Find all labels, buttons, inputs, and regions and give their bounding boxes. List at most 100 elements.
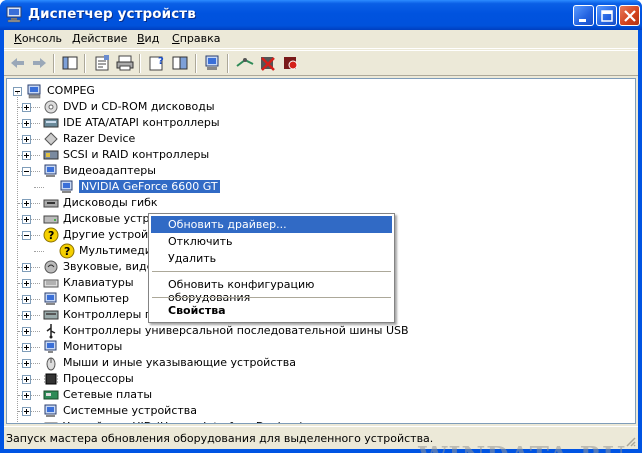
ctx-properties[interactable]: Свойства bbox=[151, 302, 392, 319]
tree-category-item[interactable]: Процессоры bbox=[7, 371, 627, 387]
expand-toggle[interactable] bbox=[22, 215, 31, 224]
device-manager-window: Диспетчер устройств Консоль Действие Вид… bbox=[0, 0, 642, 453]
expand-toggle[interactable] bbox=[22, 359, 31, 368]
disable-icon[interactable] bbox=[281, 54, 301, 72]
computer-icon bbox=[44, 292, 57, 305]
minimize-button[interactable] bbox=[573, 5, 594, 26]
tree-item-label: Процессоры bbox=[63, 372, 134, 385]
ctx-update-driver[interactable]: Обновить драйвер... bbox=[151, 216, 392, 233]
network-icon bbox=[43, 390, 59, 400]
forward-icon[interactable] bbox=[29, 54, 49, 72]
expand-toggle[interactable] bbox=[22, 151, 31, 160]
tree-item-label: Мыши и иные указывающие устройства bbox=[63, 356, 297, 369]
print-icon[interactable] bbox=[115, 54, 135, 72]
status-text: Запуск мастера обновления оборудования д… bbox=[6, 432, 434, 445]
gpu-icon bbox=[60, 180, 73, 193]
tree-category-item[interactable]: IDE ATA/ATAPI контроллеры bbox=[7, 115, 627, 131]
update-driver-icon[interactable] bbox=[203, 54, 223, 72]
expand-toggle[interactable] bbox=[22, 407, 31, 416]
tree-category-item[interactable]: SCSI и RAID контроллеры bbox=[7, 147, 627, 163]
ctx-scan-hardware-label: Обновить конфигурацию оборудования bbox=[168, 278, 315, 304]
expand-toggle[interactable] bbox=[22, 263, 31, 272]
tree-category-item[interactable]: Мыши и иные указывающие устройства bbox=[7, 355, 627, 371]
menu-view[interactable]: Вид bbox=[137, 32, 159, 45]
toolbar-separator bbox=[227, 54, 229, 73]
menu-action[interactable]: Действие bbox=[72, 32, 127, 45]
tree-item-label: Сетевые платы bbox=[63, 388, 153, 401]
view-icon[interactable] bbox=[170, 54, 190, 72]
tree-category-item[interactable]: Видеоадаптеры bbox=[7, 163, 627, 179]
tree-item-label: Звуковые, виде bbox=[63, 260, 154, 273]
floppy-icon bbox=[43, 199, 59, 208]
menu-action-label: Действие bbox=[72, 32, 128, 45]
help-icon[interactable]: ? bbox=[147, 54, 167, 72]
sound-icon bbox=[44, 260, 58, 274]
scan-hardware-icon[interactable] bbox=[235, 54, 255, 72]
tree-item-label: Системные устройства bbox=[63, 404, 197, 417]
expand-toggle[interactable] bbox=[22, 279, 31, 288]
mouse-icon bbox=[46, 357, 56, 371]
usb-icon bbox=[46, 324, 56, 339]
expand-toggle[interactable] bbox=[22, 327, 31, 336]
toolbar-separator bbox=[139, 54, 141, 73]
tree-item-label: Компьютер bbox=[63, 292, 129, 305]
tree-category-item[interactable]: Мониторы bbox=[7, 339, 627, 355]
svg-text:?: ? bbox=[64, 245, 70, 258]
expand-toggle[interactable] bbox=[22, 103, 31, 112]
expand-toggle[interactable] bbox=[22, 375, 31, 384]
properties-icon[interactable] bbox=[92, 54, 112, 72]
tree-connector bbox=[34, 251, 44, 252]
unknown-icon: ? bbox=[43, 227, 59, 243]
tree-category-item[interactable]: Дисководы гибк bbox=[7, 195, 627, 211]
expand-toggle[interactable] bbox=[22, 135, 31, 144]
show-hide-tree-icon[interactable] bbox=[60, 54, 80, 72]
menu-bar: Консоль Действие Вид Справка bbox=[4, 30, 638, 49]
tree-root[interactable]: COMPEG bbox=[13, 83, 213, 99]
expand-toggle[interactable] bbox=[22, 343, 31, 352]
tree-category-item[interactable]: Системные устройства bbox=[7, 403, 627, 419]
uninstall-icon[interactable] bbox=[258, 54, 278, 72]
system-icon bbox=[44, 404, 57, 417]
tree-category-item[interactable]: Устройства HID (Human Interface Devices) bbox=[7, 419, 627, 424]
watermark: WINDATA.RU bbox=[418, 442, 626, 453]
tree-item-label: IDE ATA/ATAPI контроллеры bbox=[63, 116, 220, 129]
tree-item-label: Мультимеди bbox=[79, 244, 152, 257]
tree-root-label: COMPEG bbox=[47, 84, 95, 97]
ctx-uninstall[interactable]: Удалить bbox=[151, 250, 392, 267]
menu-console[interactable]: Консоль bbox=[14, 32, 62, 45]
expand-toggle[interactable] bbox=[22, 391, 31, 400]
expand-toggle[interactable] bbox=[22, 199, 31, 208]
device-manager-icon bbox=[6, 6, 22, 23]
tree-connector bbox=[34, 187, 44, 188]
maximize-button[interactable] bbox=[596, 5, 617, 26]
svg-text:?: ? bbox=[48, 229, 54, 242]
tree-item-label: SCSI и RAID контроллеры bbox=[63, 148, 210, 161]
tree-category-item[interactable]: Контроллеры универсальной последовательн… bbox=[7, 323, 627, 339]
menu-help[interactable]: Справка bbox=[172, 32, 220, 45]
ctx-scan-hardware[interactable]: Обновить конфигурацию оборудования bbox=[151, 276, 392, 304]
tree-category-item[interactable]: Razer Device bbox=[7, 131, 627, 147]
expand-toggle[interactable] bbox=[22, 423, 31, 424]
tree-category-item[interactable]: Сетевые платы bbox=[7, 387, 627, 403]
collapse-toggle[interactable] bbox=[22, 167, 31, 176]
back-icon[interactable] bbox=[8, 54, 28, 72]
ide-icon bbox=[43, 118, 59, 128]
title-bar[interactable]: Диспетчер устройств bbox=[0, 0, 642, 30]
context-menu: Обновить драйвер... Отключить Удалить Об… bbox=[148, 213, 395, 323]
toolbar-separator bbox=[195, 54, 197, 73]
tree-category-item[interactable]: DVD и CD-ROM дисководы bbox=[7, 99, 627, 115]
maximize-icon bbox=[601, 10, 613, 22]
disk-icon bbox=[43, 215, 59, 224]
expand-toggle[interactable] bbox=[22, 119, 31, 128]
video-icon bbox=[44, 164, 57, 177]
scsi-icon bbox=[43, 150, 59, 160]
collapse-toggle[interactable] bbox=[22, 231, 31, 240]
expand-toggle[interactable] bbox=[22, 311, 31, 320]
close-button[interactable] bbox=[619, 5, 640, 26]
tree-item-label: Контроллеры универсальной последовательн… bbox=[63, 324, 409, 337]
tree-child-item[interactable]: NVIDIA GeForce 6600 GT bbox=[7, 179, 627, 195]
ctx-disable[interactable]: Отключить bbox=[151, 233, 392, 250]
tree-item-label: Мониторы bbox=[63, 340, 123, 353]
expand-toggle[interactable] bbox=[22, 295, 31, 304]
razer-icon bbox=[44, 132, 58, 146]
